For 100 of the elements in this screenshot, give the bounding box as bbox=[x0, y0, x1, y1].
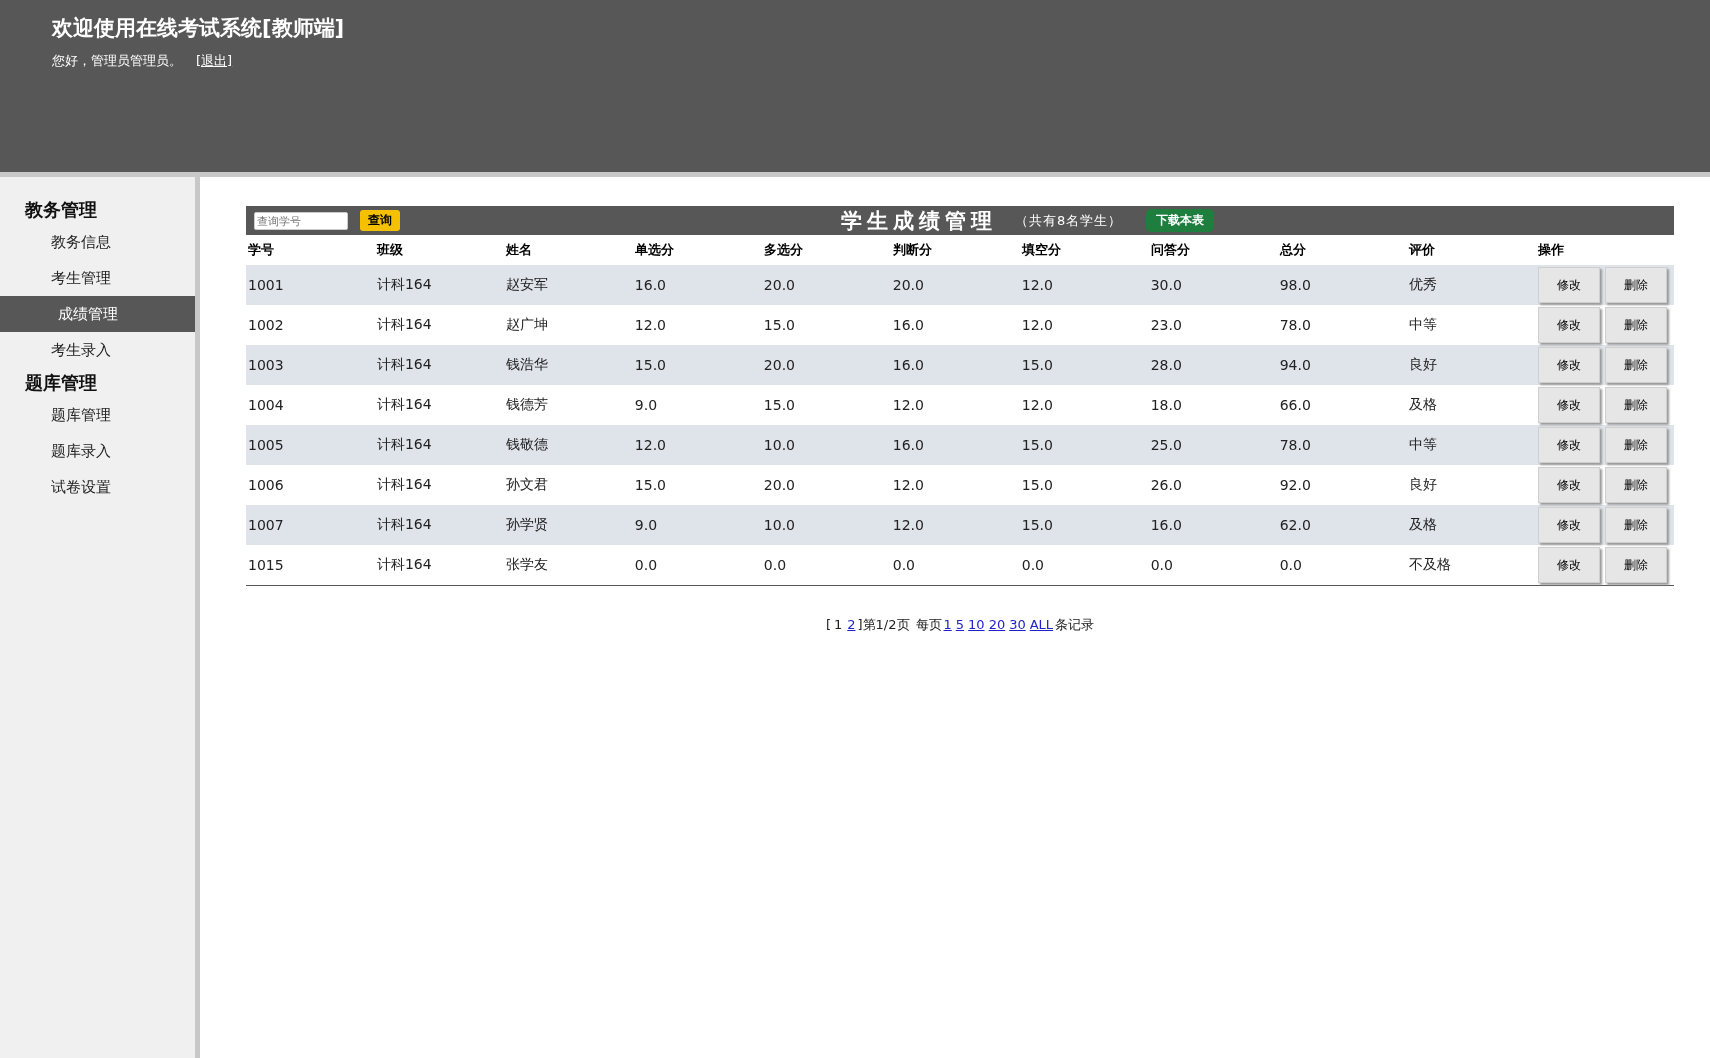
logout-link[interactable]: [退出] bbox=[196, 53, 233, 68]
page-link[interactable]: 2 bbox=[847, 617, 856, 632]
table-cell: 0.0 bbox=[634, 557, 658, 573]
column-header: 学号 bbox=[248, 242, 274, 257]
table-cell: 钱浩华 bbox=[505, 356, 548, 372]
edit-button[interactable]: 修改 bbox=[1537, 347, 1600, 383]
table-cell: 15.0 bbox=[763, 397, 795, 413]
table-cell: 16.0 bbox=[892, 437, 924, 453]
per-page-link[interactable]: 1 bbox=[943, 617, 952, 632]
table-cell: 钱敬德 bbox=[505, 436, 548, 452]
table-cell: 30.0 bbox=[1150, 277, 1182, 293]
table-cell: 15.0 bbox=[1021, 477, 1053, 493]
table-cell: 92.0 bbox=[1279, 477, 1311, 493]
table-cell: 不及格 bbox=[1408, 556, 1451, 572]
table-cell: 15.0 bbox=[763, 317, 795, 333]
table-cell: 20.0 bbox=[763, 357, 795, 373]
search-button[interactable]: 查询 bbox=[360, 210, 400, 231]
column-header: 评价 bbox=[1408, 242, 1435, 257]
table-cell: 0.0 bbox=[1150, 557, 1173, 573]
search-field[interactable]: 查询学号 bbox=[254, 211, 348, 230]
table-cell: 62.0 bbox=[1279, 517, 1311, 533]
table-cell: 计科164 bbox=[376, 356, 432, 372]
delete-button[interactable]: 删除 bbox=[1604, 307, 1667, 343]
edit-button[interactable]: 修改 bbox=[1537, 387, 1600, 423]
sidebar-item[interactable]: 考生管理 bbox=[0, 260, 195, 296]
table-cell: 12.0 bbox=[892, 517, 924, 533]
table-cell: 计科164 bbox=[376, 396, 432, 412]
delete-button[interactable]: 删除 bbox=[1604, 267, 1667, 303]
table-cell: 20.0 bbox=[763, 277, 795, 293]
table-cell: 1006 bbox=[248, 477, 284, 493]
table-cell: 赵广坤 bbox=[505, 316, 548, 332]
table-cell: 计科164 bbox=[376, 516, 432, 532]
current-page: 1 bbox=[833, 617, 843, 632]
delete-button[interactable]: 删除 bbox=[1604, 467, 1667, 503]
column-header: 姓名 bbox=[505, 242, 532, 257]
table-cell: 18.0 bbox=[1150, 397, 1182, 413]
table-cell: 15.0 bbox=[1021, 357, 1053, 373]
table-cell: 0.0 bbox=[1279, 557, 1302, 573]
table-cell: 1007 bbox=[248, 517, 284, 533]
delete-button[interactable]: 删除 bbox=[1604, 387, 1667, 423]
edit-button[interactable]: 修改 bbox=[1537, 307, 1600, 343]
column-header: 多选分 bbox=[763, 242, 803, 257]
pager-bracket: ] bbox=[857, 617, 863, 632]
edit-button[interactable]: 修改 bbox=[1537, 507, 1600, 543]
table-cell: 15.0 bbox=[634, 477, 667, 493]
table-cell: 20.0 bbox=[763, 477, 795, 493]
delete-button[interactable]: 删除 bbox=[1604, 427, 1667, 463]
per-page-label: 每页 bbox=[915, 617, 942, 632]
table-cell: 25.0 bbox=[1150, 437, 1182, 453]
sidebar-item[interactable]: 题库录入 bbox=[0, 433, 195, 469]
sidebar-item[interactable]: 题库管理 bbox=[0, 397, 195, 433]
table-cell: 15.0 bbox=[634, 357, 667, 373]
table-cell: 中等 bbox=[1408, 436, 1437, 452]
edit-button[interactable]: 修改 bbox=[1537, 467, 1600, 503]
per-page-link[interactable]: ALL bbox=[1029, 617, 1054, 632]
table-cell: 良好 bbox=[1408, 356, 1437, 372]
table-cell: 1003 bbox=[248, 357, 284, 373]
table-cell: 23.0 bbox=[1150, 317, 1182, 333]
per-page-link[interactable]: 20 bbox=[988, 617, 1006, 632]
delete-button[interactable]: 删除 bbox=[1604, 347, 1667, 383]
greeting-text: 您好，管理员管理员。 bbox=[52, 53, 182, 68]
table-cell: 计科164 bbox=[376, 556, 432, 572]
table-cell: 0.0 bbox=[763, 557, 787, 573]
table-cell: 10.0 bbox=[763, 437, 795, 453]
table-cell: 中等 bbox=[1408, 316, 1437, 332]
sidebar-item[interactable]: 试卷设置 bbox=[0, 469, 195, 505]
delete-button[interactable]: 删除 bbox=[1604, 507, 1667, 543]
table-cell: 16.0 bbox=[892, 357, 924, 373]
site-title: 欢迎使用在线考试系统[教师端] bbox=[52, 15, 346, 42]
table-cell: 良好 bbox=[1408, 476, 1437, 492]
table-cell: 1002 bbox=[248, 317, 284, 333]
table-cell: 计科164 bbox=[376, 436, 432, 452]
sidebar-item[interactable]: 成绩管理 bbox=[0, 296, 195, 332]
table-cell: 16.0 bbox=[892, 317, 924, 333]
sidebar-item[interactable]: 教务信息 bbox=[0, 224, 195, 260]
column-header: 单选分 bbox=[634, 242, 674, 257]
table-cell: 1001 bbox=[248, 277, 284, 293]
delete-button[interactable]: 删除 bbox=[1604, 547, 1667, 583]
table-cell: 12.0 bbox=[634, 317, 667, 333]
sidebar-group-title: 题库管理 bbox=[24, 371, 98, 395]
table-cell: 张学友 bbox=[505, 556, 548, 572]
table-cell: 66.0 bbox=[1279, 397, 1311, 413]
edit-button[interactable]: 修改 bbox=[1537, 267, 1600, 303]
table-cell: 1015 bbox=[248, 557, 284, 573]
records-label: 条记录 bbox=[1055, 617, 1095, 632]
column-header: 问答分 bbox=[1150, 242, 1190, 257]
per-page-link[interactable]: 5 bbox=[955, 617, 965, 632]
table-cell: 15.0 bbox=[1021, 437, 1053, 453]
table-cell: 1004 bbox=[248, 397, 284, 413]
per-page-link[interactable]: 30 bbox=[1009, 617, 1026, 632]
table-cell: 计科164 bbox=[376, 276, 432, 292]
per-page-link[interactable]: 10 bbox=[968, 617, 985, 632]
edit-button[interactable]: 修改 bbox=[1537, 427, 1600, 463]
student-count: （共有8名学生） bbox=[1015, 211, 1123, 230]
download-button[interactable]: 下载本表 bbox=[1146, 209, 1215, 232]
sidebar-item[interactable]: 考生录入 bbox=[0, 332, 195, 368]
edit-button[interactable]: 修改 bbox=[1537, 547, 1600, 583]
table-cell: 26.0 bbox=[1150, 477, 1182, 493]
table-cell: 28.0 bbox=[1150, 357, 1182, 373]
table-cell: 12.0 bbox=[1021, 397, 1053, 413]
